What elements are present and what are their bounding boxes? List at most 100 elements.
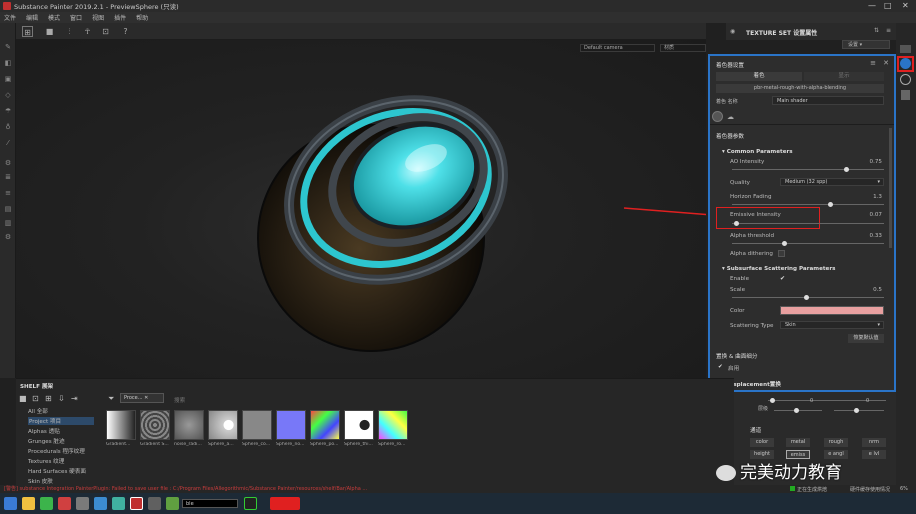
sss-color-swatch[interactable] [780,306,884,315]
lower-slider-3-knob[interactable] [854,408,859,413]
thumb-sphere-ro[interactable] [378,410,408,440]
channel-metal-button[interactable]: metal [786,438,810,447]
folder-icon[interactable]: ■ [19,394,27,403]
new-item-icon[interactable]: ⊡ [32,394,39,403]
shelf-icon[interactable]: ▤ [4,205,12,213]
thumb-noise[interactable] [174,410,204,440]
emissive-intensity-knob[interactable] [734,221,739,226]
sss-scale-knob[interactable] [804,295,809,300]
symmetry-icon[interactable]: ⫶ [64,26,75,37]
paint-brush-icon[interactable]: ✎ [4,43,12,51]
thumb-sphere-a[interactable] [208,410,238,440]
reset-defaults-button[interactable]: 恢复默认值 [848,334,884,343]
substance-painter-icon[interactable] [130,497,143,510]
ao-intensity-knob[interactable] [844,167,849,172]
import-icon[interactable]: ⇩ [58,394,65,403]
quality-select[interactable]: Medium (32 spp) ▾ [780,178,884,186]
panel-scrollbar[interactable] [889,128,892,248]
polygon-fill-icon[interactable]: ◇ [4,91,12,99]
picker-icon[interactable]: ⁄ [4,139,12,147]
app-icon-4[interactable] [94,497,107,510]
alpha-threshold-knob[interactable] [782,241,787,246]
close-button[interactable]: ✕ [902,1,909,10]
panel-menu-icon[interactable]: ≡ [886,27,891,34]
sss-parameters-title[interactable]: ▾ Subsurface Scattering Parameters [722,266,835,272]
maximize-button[interactable]: □ [884,1,892,10]
gear-icon[interactable]: ⚙ [4,159,12,167]
color-swatch-2[interactable] [270,497,300,510]
explorer-icon[interactable] [22,497,35,510]
panel-menu-icon[interactable]: ≡ [870,59,876,67]
category-procedurals[interactable]: Procedurals 程序纹理 [28,447,85,455]
help-circle-icon[interactable]: ? [120,26,131,37]
category-all[interactable]: All 全部 [28,407,48,415]
layers-icon[interactable]: ≣ [4,173,12,181]
horizon-fading-slider[interactable] [732,202,884,207]
tab-display[interactable]: 显示 [804,72,884,81]
menu-view[interactable]: 视图 [92,13,104,22]
category-hard-surfaces[interactable]: Hard Surfaces 硬表面 [28,467,86,475]
shader-settings-icon[interactable] [900,58,911,69]
panel-close-icon[interactable]: ✕ [883,59,889,67]
channel-nrm-button[interactable]: nrm [862,438,886,447]
sss-enable-checkbox[interactable]: ✔ [780,275,785,282]
sss-scale-slider[interactable] [732,295,884,300]
history-icon[interactable]: ≡ [4,189,12,197]
square-view-icon[interactable]: ■ [44,26,55,37]
category-project[interactable]: Project 项目 [28,417,94,425]
menu-window[interactable]: 窗口 [70,13,82,22]
pin-icon[interactable]: ⇅ [874,27,879,34]
app-icon-1[interactable] [40,497,53,510]
taskbar-search[interactable]: ble [182,499,238,508]
clock-icon[interactable] [900,74,911,85]
3d-viewport[interactable]: Default camera 材质 [16,40,706,378]
menu-mode[interactable]: 模式 [48,13,60,22]
start-icon[interactable] [4,497,17,510]
environment-icon[interactable]: ☁ [727,113,736,121]
color-swatch-1[interactable] [244,497,257,510]
channel-color-button[interactable]: color [750,438,774,447]
scattering-type-select[interactable]: Skin ▾ [780,321,884,329]
shader-sphere-icon[interactable] [712,111,723,122]
menu-file[interactable]: 文件 [4,13,16,22]
common-parameters-title[interactable]: ▾ Common Parameters [722,149,793,155]
new-folder-icon[interactable]: ⊞ [45,394,52,403]
app-icon-3[interactable] [76,497,89,510]
projection-icon[interactable]: ▣ [4,75,12,83]
lower-slider-2[interactable] [774,408,822,413]
alpha-dithering-checkbox[interactable] [778,250,785,257]
app-icon-7[interactable] [166,497,179,510]
camera-icon[interactable]: ◉ [730,28,735,35]
figure-icon[interactable]: ☥ [82,26,93,37]
thumb-gradient-s[interactable] [140,410,170,440]
thumb-sphere-co[interactable] [242,410,272,440]
thumb-sphere-thi[interactable] [344,410,374,440]
shader-file-select[interactable]: pbr-metal-rough-with-alpha-blending [716,84,884,93]
log-icon[interactable] [901,90,910,100]
app-icon-2[interactable] [58,497,71,510]
filter-tag[interactable]: Proce... ✕ [120,393,164,403]
lower-slider-3[interactable] [834,408,884,413]
lower-slider-1-knob[interactable] [770,398,775,403]
alpha-threshold-slider[interactable] [732,241,884,246]
smudge-icon[interactable]: ☂ [4,107,12,115]
tab-shading[interactable]: 着色 [716,72,802,81]
grid-view-icon[interactable]: ⊞ [22,26,33,37]
filter-icon[interactable]: ⏷ [108,394,114,404]
thumb-gradient[interactable] [106,410,136,440]
settings-icon[interactable]: ⚙ [4,233,12,241]
texture-set-settings-select[interactable]: 设置 ▾ [842,40,890,49]
display-settings-icon[interactable] [900,45,911,53]
category-grunges[interactable]: Grunges 脏迹 [28,437,65,445]
menu-edit[interactable]: 编辑 [26,13,38,22]
menu-help[interactable]: 帮助 [136,13,148,22]
eraser-icon[interactable]: ◧ [4,59,12,67]
app-icon-6[interactable] [148,497,161,510]
app-icon-5[interactable] [112,497,125,510]
thumb-sphere-no[interactable] [276,410,306,440]
export-icon[interactable]: ⇥ [71,394,78,403]
category-alphas[interactable]: Alphas 透贴 [28,427,60,435]
ao-intensity-slider[interactable] [732,167,884,172]
category-skin[interactable]: Skin 皮肤 [28,477,53,485]
displacement-enable-check[interactable]: ✔ [718,364,723,370]
